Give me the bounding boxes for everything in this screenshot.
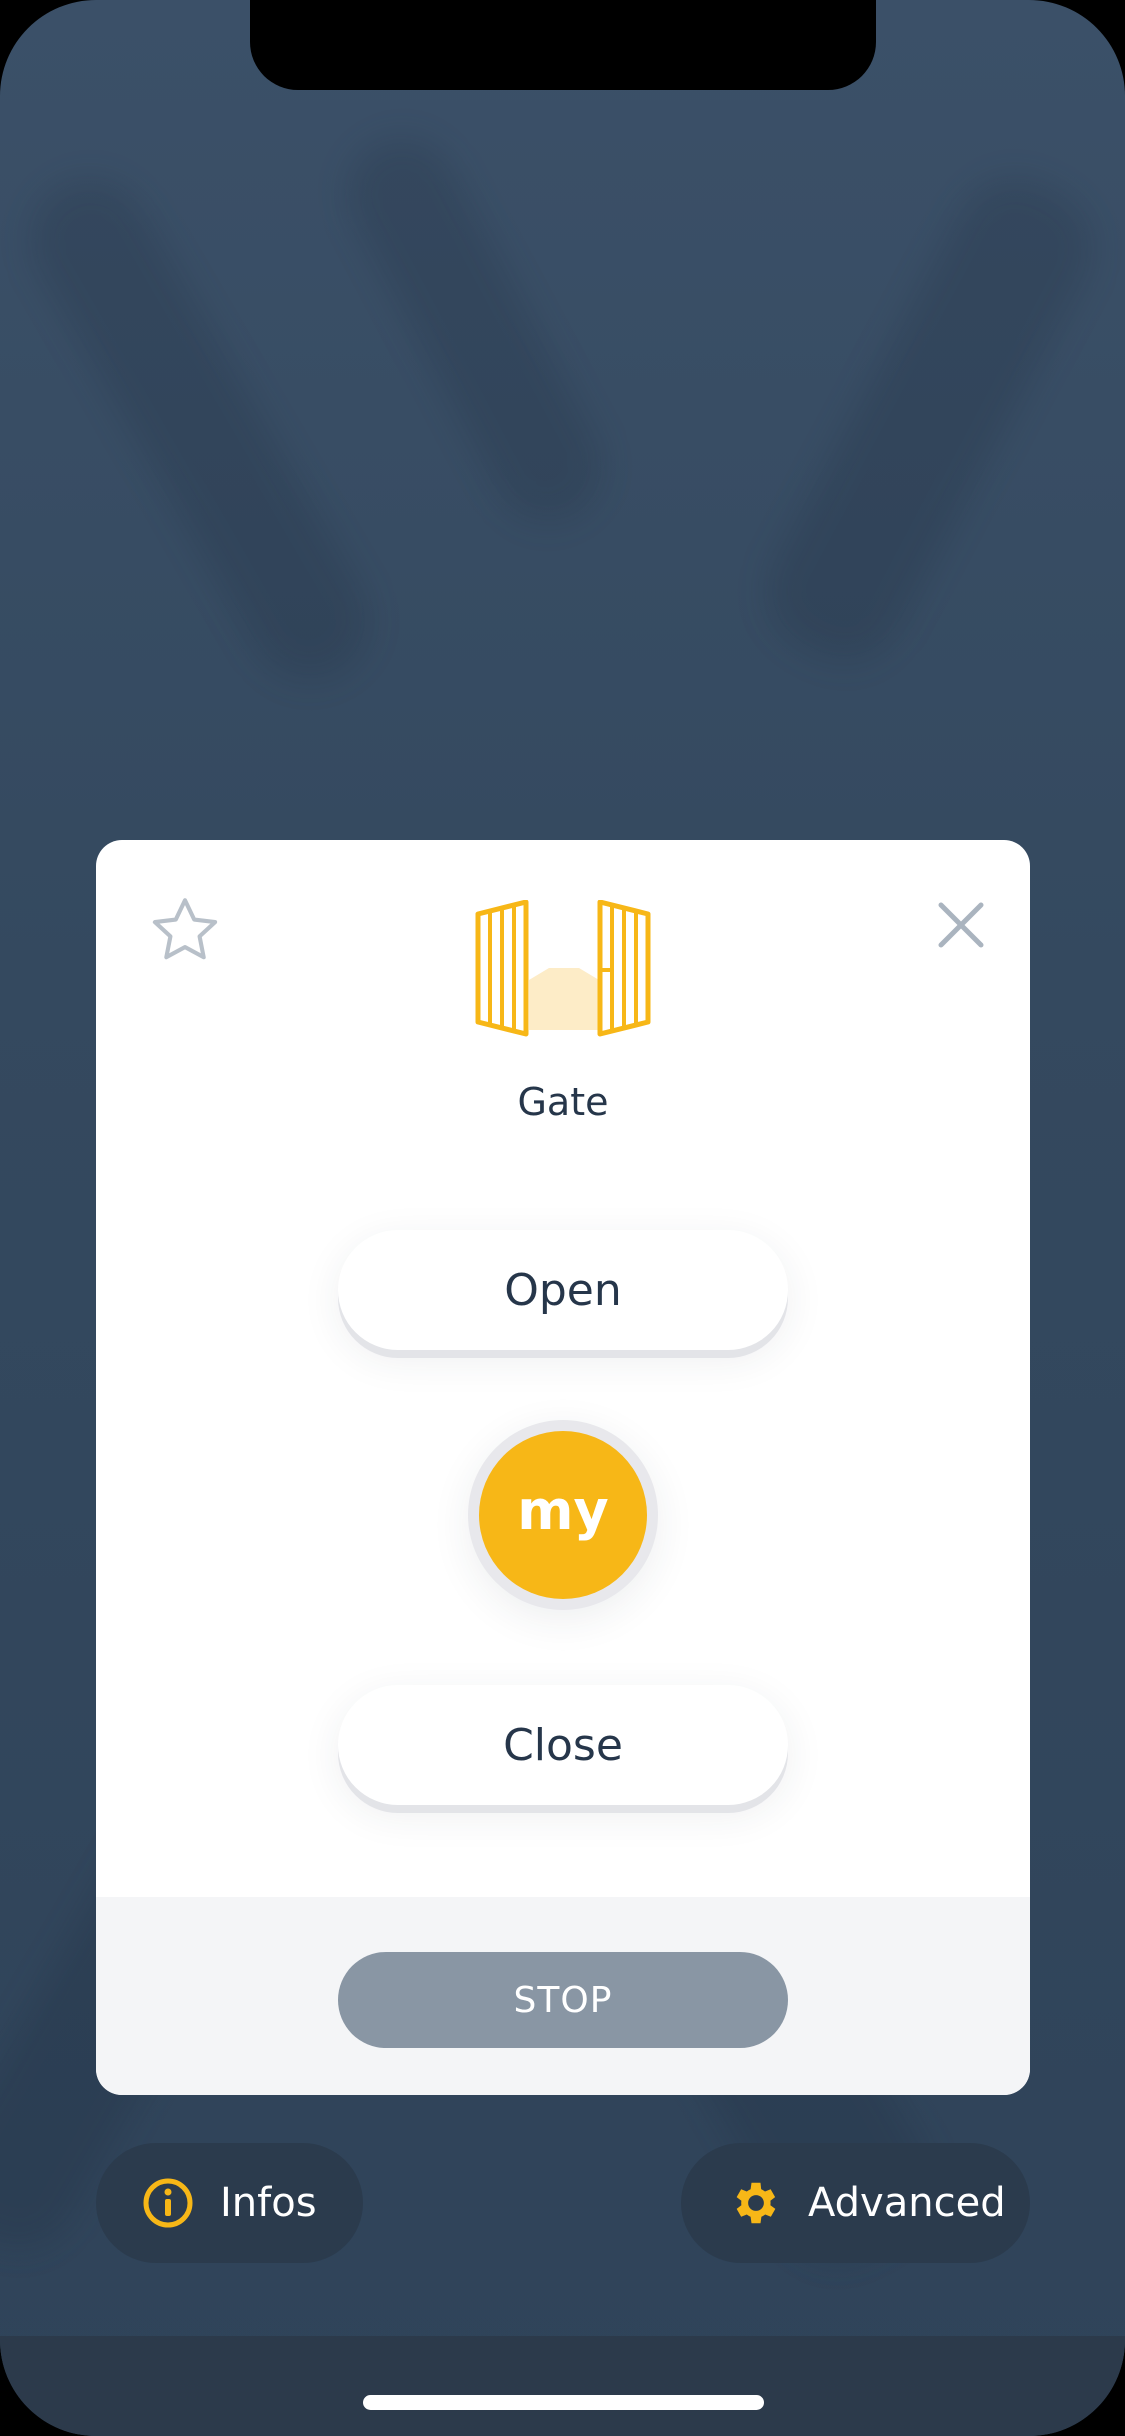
close-icon (938, 902, 984, 948)
home-bar-area (0, 2336, 1125, 2436)
my-button-ring: my (468, 1420, 658, 1610)
background-shape (327, 118, 623, 542)
advanced-button[interactable]: Advanced (681, 2143, 1030, 2263)
gate-icon (474, 899, 652, 1040)
device-name: Gate (517, 1080, 609, 1124)
open-button[interactable]: Open (338, 1230, 788, 1350)
background-shape (746, 157, 1114, 683)
background-shape (8, 157, 392, 703)
close-button[interactable] (916, 880, 1006, 970)
my-position-button[interactable]: my (479, 1431, 647, 1599)
stop-button[interactable]: STOP (338, 1952, 788, 2048)
gear-icon (729, 2176, 783, 2230)
phone-screen: Gate Open my Close STOP Infos Advanced (0, 0, 1125, 2436)
favorite-button[interactable] (140, 885, 230, 975)
home-indicator[interactable] (363, 2395, 764, 2410)
advanced-label: Advanced (808, 2180, 1006, 2226)
info-icon (141, 2176, 195, 2230)
star-icon (152, 898, 218, 960)
device-notch (250, 0, 876, 90)
device-control-panel: Gate Open my Close STOP (96, 840, 1030, 2095)
infos-label: Infos (220, 2180, 317, 2226)
stop-section: STOP (96, 1897, 1030, 2095)
infos-button[interactable]: Infos (96, 2143, 363, 2263)
close-gate-button[interactable]: Close (338, 1685, 788, 1805)
